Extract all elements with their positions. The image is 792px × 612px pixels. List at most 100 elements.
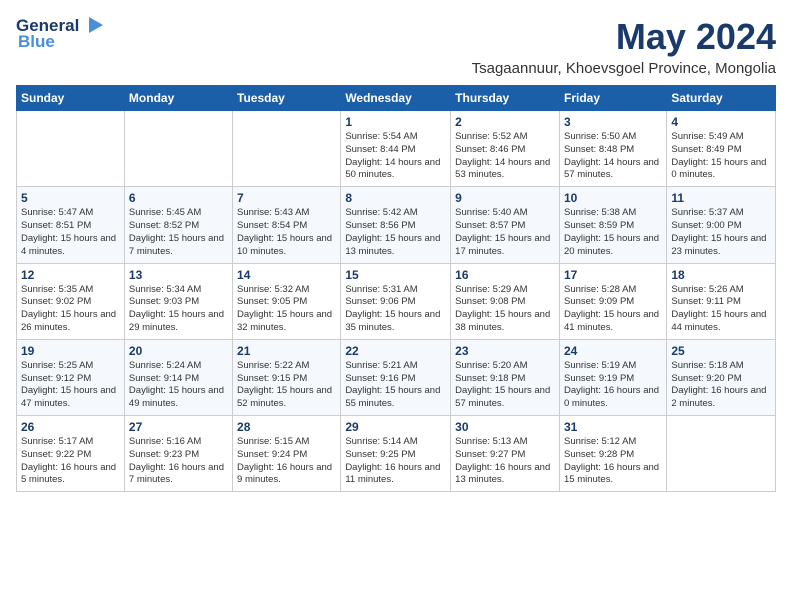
calendar-day-cell: 6 Sunrise: 5:45 AM Sunset: 8:52 PM Daylig… bbox=[124, 187, 232, 263]
day-number: 12 bbox=[21, 268, 120, 282]
day-number: 28 bbox=[237, 420, 336, 434]
calendar-day-cell bbox=[233, 111, 341, 187]
day-info: Sunrise: 5:49 AM Sunset: 8:49 PM Dayligh… bbox=[671, 131, 771, 182]
day-number: 16 bbox=[455, 268, 555, 282]
day-info: Sunrise: 5:31 AM Sunset: 9:06 PM Dayligh… bbox=[345, 284, 446, 335]
calendar-day-cell: 20 Sunrise: 5:24 AM Sunset: 9:14 PM Dayli… bbox=[124, 339, 232, 415]
day-number: 29 bbox=[345, 420, 446, 434]
calendar-day-cell: 8 Sunrise: 5:42 AM Sunset: 8:56 PM Daylig… bbox=[341, 187, 451, 263]
day-number: 25 bbox=[671, 344, 771, 358]
weekday-header: Friday bbox=[559, 86, 666, 111]
day-info: Sunrise: 5:24 AM Sunset: 9:14 PM Dayligh… bbox=[129, 360, 228, 411]
day-info: Sunrise: 5:35 AM Sunset: 9:02 PM Dayligh… bbox=[21, 284, 120, 335]
day-info: Sunrise: 5:20 AM Sunset: 9:18 PM Dayligh… bbox=[455, 360, 555, 411]
day-info: Sunrise: 5:52 AM Sunset: 8:46 PM Dayligh… bbox=[455, 131, 555, 182]
calendar-day-cell: 17Sunrise: 5:28 AM Sunset: 9:09 PM Dayli… bbox=[559, 263, 666, 339]
day-number: 31 bbox=[564, 420, 662, 434]
calendar-day-cell bbox=[667, 416, 776, 492]
calendar-day-cell: 24 Sunrise: 5:19 AM Sunset: 9:19 PM Dayli… bbox=[559, 339, 666, 415]
calendar-day-cell: 25 Sunrise: 5:18 AM Sunset: 9:20 PM Dayli… bbox=[667, 339, 776, 415]
day-info: Sunrise: 5:18 AM Sunset: 9:20 PM Dayligh… bbox=[671, 360, 771, 411]
calendar-day-cell: 23Sunrise: 5:20 AM Sunset: 9:18 PM Dayli… bbox=[451, 339, 560, 415]
day-info: Sunrise: 5:54 AM Sunset: 8:44 PM Dayligh… bbox=[345, 131, 446, 182]
day-info: Sunrise: 5:29 AM Sunset: 9:08 PM Dayligh… bbox=[455, 284, 555, 335]
calendar-day-cell: 18 Sunrise: 5:26 AM Sunset: 9:11 PM Dayli… bbox=[667, 263, 776, 339]
day-info: Sunrise: 5:28 AM Sunset: 9:09 PM Dayligh… bbox=[564, 284, 662, 335]
day-info: Sunrise: 5:42 AM Sunset: 8:56 PM Dayligh… bbox=[345, 207, 446, 258]
calendar-week-row: 12 Sunrise: 5:35 AM Sunset: 9:02 PM Dayli… bbox=[17, 263, 776, 339]
calendar-day-cell: 30Sunrise: 5:13 AM Sunset: 9:27 PM Dayli… bbox=[451, 416, 560, 492]
title-area: May 2024 Tsagaannuur, Khoevsgoel Provinc… bbox=[472, 16, 776, 77]
calendar-day-cell: 9Sunrise: 5:40 AM Sunset: 8:57 PM Daylig… bbox=[451, 187, 560, 263]
main-title: May 2024 bbox=[472, 16, 776, 58]
day-info: Sunrise: 5:16 AM Sunset: 9:23 PM Dayligh… bbox=[129, 436, 228, 487]
day-info: Sunrise: 5:38 AM Sunset: 8:59 PM Dayligh… bbox=[564, 207, 662, 258]
day-number: 2 bbox=[455, 115, 555, 129]
calendar-day-cell: 14Sunrise: 5:32 AM Sunset: 9:05 PM Dayli… bbox=[233, 263, 341, 339]
day-info: Sunrise: 5:26 AM Sunset: 9:11 PM Dayligh… bbox=[671, 284, 771, 335]
day-info: Sunrise: 5:13 AM Sunset: 9:27 PM Dayligh… bbox=[455, 436, 555, 487]
weekday-header: Tuesday bbox=[233, 86, 341, 111]
page-container: General Blue May 2024 Tsagaannuur, Khoev… bbox=[16, 16, 776, 492]
day-number: 19 bbox=[21, 344, 120, 358]
calendar-day-cell: 28 Sunrise: 5:15 AM Sunset: 9:24 PM Dayli… bbox=[233, 416, 341, 492]
day-number: 14 bbox=[237, 268, 336, 282]
day-number: 10 bbox=[564, 191, 662, 205]
calendar-day-cell: 3Sunrise: 5:50 AM Sunset: 8:48 PM Daylig… bbox=[559, 111, 666, 187]
calendar-table: SundayMondayTuesdayWednesdayThursdayFrid… bbox=[16, 85, 776, 492]
calendar-day-cell: 16 Sunrise: 5:29 AM Sunset: 9:08 PM Dayli… bbox=[451, 263, 560, 339]
calendar-day-cell: 31 Sunrise: 5:12 AM Sunset: 9:28 PM Dayli… bbox=[559, 416, 666, 492]
calendar-week-row: 1 Sunrise: 5:54 AM Sunset: 8:44 PM Daylig… bbox=[17, 111, 776, 187]
day-info: Sunrise: 5:22 AM Sunset: 9:15 PM Dayligh… bbox=[237, 360, 336, 411]
logo-icon bbox=[81, 17, 103, 35]
day-number: 24 bbox=[564, 344, 662, 358]
day-number: 1 bbox=[345, 115, 446, 129]
day-info: Sunrise: 5:19 AM Sunset: 9:19 PM Dayligh… bbox=[564, 360, 662, 411]
calendar-day-cell: 27 Sunrise: 5:16 AM Sunset: 9:23 PM Dayli… bbox=[124, 416, 232, 492]
weekday-header: Sunday bbox=[17, 86, 125, 111]
day-number: 20 bbox=[129, 344, 228, 358]
calendar-day-cell: 7Sunrise: 5:43 AM Sunset: 8:54 PM Daylig… bbox=[233, 187, 341, 263]
calendar-day-cell: 26 Sunrise: 5:17 AM Sunset: 9:22 PM Dayli… bbox=[17, 416, 125, 492]
calendar-week-row: 5Sunrise: 5:47 AM Sunset: 8:51 PM Daylig… bbox=[17, 187, 776, 263]
logo-blue: Blue bbox=[18, 32, 55, 52]
calendar-day-cell: 29 Sunrise: 5:14 AM Sunset: 9:25 PM Dayli… bbox=[341, 416, 451, 492]
calendar-day-cell: 22Sunrise: 5:21 AM Sunset: 9:16 PM Dayli… bbox=[341, 339, 451, 415]
calendar-day-cell: 12 Sunrise: 5:35 AM Sunset: 9:02 PM Dayli… bbox=[17, 263, 125, 339]
day-number: 27 bbox=[129, 420, 228, 434]
calendar-day-cell: 15Sunrise: 5:31 AM Sunset: 9:06 PM Dayli… bbox=[341, 263, 451, 339]
day-number: 18 bbox=[671, 268, 771, 282]
calendar-day-cell: 5Sunrise: 5:47 AM Sunset: 8:51 PM Daylig… bbox=[17, 187, 125, 263]
weekday-header: Thursday bbox=[451, 86, 560, 111]
day-number: 22 bbox=[345, 344, 446, 358]
calendar-day-cell: 21Sunrise: 5:22 AM Sunset: 9:15 PM Dayli… bbox=[233, 339, 341, 415]
day-number: 13 bbox=[129, 268, 228, 282]
subtitle: Tsagaannuur, Khoevsgoel Province, Mongol… bbox=[472, 60, 776, 77]
weekday-header: Saturday bbox=[667, 86, 776, 111]
day-info: Sunrise: 5:12 AM Sunset: 9:28 PM Dayligh… bbox=[564, 436, 662, 487]
day-number: 6 bbox=[129, 191, 228, 205]
day-number: 11 bbox=[671, 191, 771, 205]
day-info: Sunrise: 5:15 AM Sunset: 9:24 PM Dayligh… bbox=[237, 436, 336, 487]
calendar-day-cell: 2 Sunrise: 5:52 AM Sunset: 8:46 PM Daylig… bbox=[451, 111, 560, 187]
day-info: Sunrise: 5:17 AM Sunset: 9:22 PM Dayligh… bbox=[21, 436, 120, 487]
weekday-header: Wednesday bbox=[341, 86, 451, 111]
day-info: Sunrise: 5:25 AM Sunset: 9:12 PM Dayligh… bbox=[21, 360, 120, 411]
calendar-day-cell: 13 Sunrise: 5:34 AM Sunset: 9:03 PM Dayli… bbox=[124, 263, 232, 339]
day-number: 8 bbox=[345, 191, 446, 205]
weekday-header: Monday bbox=[124, 86, 232, 111]
calendar-day-cell bbox=[124, 111, 232, 187]
day-info: Sunrise: 5:47 AM Sunset: 8:51 PM Dayligh… bbox=[21, 207, 120, 258]
day-info: Sunrise: 5:14 AM Sunset: 9:25 PM Dayligh… bbox=[345, 436, 446, 487]
day-info: Sunrise: 5:45 AM Sunset: 8:52 PM Dayligh… bbox=[129, 207, 228, 258]
calendar-day-cell: 1 Sunrise: 5:54 AM Sunset: 8:44 PM Daylig… bbox=[341, 111, 451, 187]
day-number: 26 bbox=[21, 420, 120, 434]
day-info: Sunrise: 5:34 AM Sunset: 9:03 PM Dayligh… bbox=[129, 284, 228, 335]
page-header: General Blue May 2024 Tsagaannuur, Khoev… bbox=[16, 16, 776, 77]
calendar-day-cell: 19 Sunrise: 5:25 AM Sunset: 9:12 PM Dayli… bbox=[17, 339, 125, 415]
day-info: Sunrise: 5:43 AM Sunset: 8:54 PM Dayligh… bbox=[237, 207, 336, 258]
day-number: 4 bbox=[671, 115, 771, 129]
day-info: Sunrise: 5:37 AM Sunset: 9:00 PM Dayligh… bbox=[671, 207, 771, 258]
logo: General Blue bbox=[16, 16, 103, 52]
day-info: Sunrise: 5:40 AM Sunset: 8:57 PM Dayligh… bbox=[455, 207, 555, 258]
